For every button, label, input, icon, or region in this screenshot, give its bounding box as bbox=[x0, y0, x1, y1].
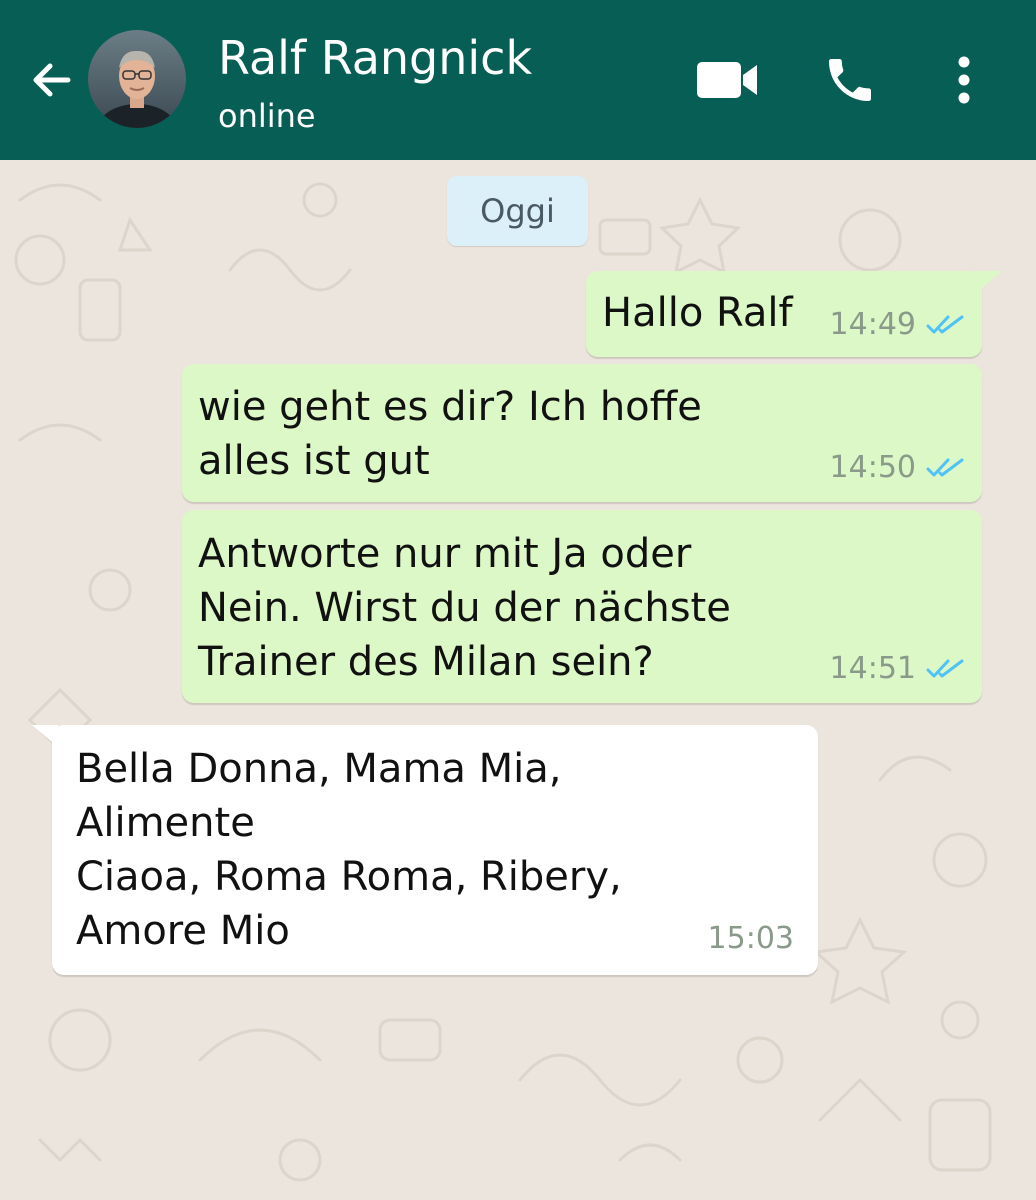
message-text: Hallo Ralf bbox=[602, 290, 793, 336]
more-options-button[interactable] bbox=[940, 48, 988, 112]
avatar[interactable] bbox=[88, 30, 186, 128]
message-text: Bella Donna, Mama Mia, Alimente Ciaoa, R… bbox=[76, 746, 622, 954]
message-list[interactable]: Oggi Hallo Ralf 14:49 wie geht es dir? I… bbox=[0, 160, 1036, 1200]
message-time: 14:51 bbox=[829, 651, 916, 686]
date-separator: Oggi bbox=[447, 176, 588, 246]
message-meta: 14:50 bbox=[830, 450, 966, 485]
video-call-button[interactable] bbox=[690, 48, 766, 112]
chat-header: Ralf Rangnick online bbox=[0, 0, 1036, 160]
message-time: 14:50 bbox=[829, 450, 916, 485]
voice-call-button[interactable] bbox=[814, 48, 886, 112]
message-meta: 15:03 bbox=[708, 921, 794, 956]
bubble-tail bbox=[32, 725, 58, 747]
contact-name[interactable]: Ralf Rangnick bbox=[218, 30, 532, 86]
message-text: wie geht es dir? Ich hoffe alles ist gut bbox=[198, 384, 702, 484]
bubble-tail bbox=[976, 271, 1002, 293]
message-bubble-outgoing[interactable]: Hallo Ralf 14:49 bbox=[586, 271, 1002, 357]
phone-icon bbox=[829, 59, 871, 101]
avatar-photo bbox=[88, 30, 186, 128]
message-meta: 14:49 bbox=[830, 307, 966, 342]
video-call-icon bbox=[697, 62, 757, 98]
contact-status: online bbox=[218, 97, 316, 135]
read-receipt-icon bbox=[926, 315, 964, 333]
read-receipt-icon bbox=[926, 659, 964, 677]
message-bubble-outgoing[interactable]: Antworte nur mit Ja oder Nein. Wirst du … bbox=[182, 510, 982, 703]
message-time: 14:49 bbox=[829, 307, 916, 342]
back-arrow-icon bbox=[33, 63, 71, 97]
back-button[interactable] bbox=[22, 52, 78, 108]
message-bubble-outgoing[interactable]: wie geht es dir? Ich hoffe alles ist gut… bbox=[182, 364, 982, 502]
whatsapp-chat-screen: Ralf Rangnick online Oggi Hallo Ralf 14:… bbox=[0, 0, 1036, 1200]
message-time: 15:03 bbox=[707, 921, 794, 956]
message-bubble-incoming[interactable]: Bella Donna, Mama Mia, Alimente Ciaoa, R… bbox=[32, 725, 818, 975]
read-receipt-icon bbox=[926, 458, 964, 476]
message-text: Antworte nur mit Ja oder Nein. Wirst du … bbox=[198, 531, 731, 685]
more-vertical-icon bbox=[958, 56, 970, 104]
message-meta: 14:51 bbox=[830, 651, 966, 686]
